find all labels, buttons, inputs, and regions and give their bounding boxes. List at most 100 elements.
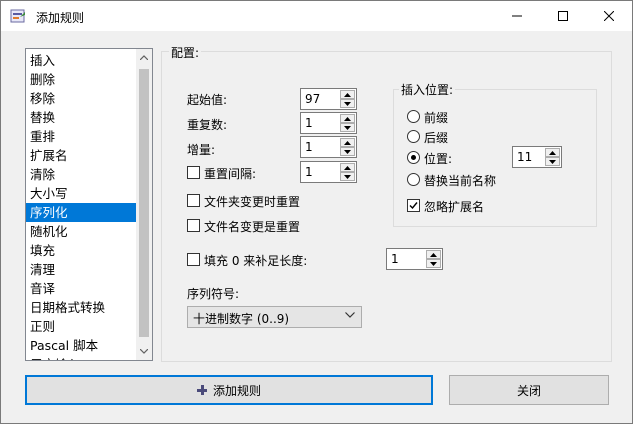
pad-checkbox[interactable] [187,253,200,266]
reset-interval-checkbox[interactable] [187,166,200,179]
triangle-down-icon [344,174,351,179]
start-value-spinner[interactable]: 97 [300,88,357,110]
triangle-up-icon [344,92,351,97]
rule-type-list[interactable]: 插入 删除 移除 替换 重排 扩展名 清除 大小写 序列化 随机化 填充 清理 音译 日期格式转换 正则 Pa… [25,48,153,361]
step-up-button[interactable] [340,138,355,147]
list-scrollbar[interactable] [136,49,152,360]
sequence-symbol-select[interactable]: 十进制数字 (0..9) [187,306,362,328]
repeat-up-button[interactable] [340,114,355,123]
step-down-button[interactable] [340,147,355,156]
scroll-thumb[interactable] [139,69,149,337]
step-field[interactable]: 1 [305,140,313,154]
rule-type-item[interactable]: 大小写 [26,184,136,203]
repeat-spinner[interactable]: 1 [300,112,357,134]
scroll-down-button[interactable] [136,343,152,360]
add-rule-button-label: 添加规则 [212,383,261,398]
rule-type-item[interactable]: 音译 [26,279,136,298]
rule-type-item[interactable]: 替换 [26,108,136,127]
reset-on-folder-change-checkbox[interactable] [187,194,200,207]
close-button[interactable]: 关闭 [449,375,609,405]
repeat-down-button[interactable] [340,123,355,132]
step-spinner[interactable]: 1 [300,136,357,158]
triangle-up-icon [430,252,437,257]
minimize-button[interactable] [494,1,540,31]
close-icon [604,11,614,21]
reset-interval-up-button[interactable] [340,163,355,172]
pad-label: 填充 0 来补足长度: [204,254,308,268]
pad-length-field[interactable]: 1 [391,252,399,266]
reset-on-folder-change-label: 文件夹变更时重置 [204,195,301,209]
position-down-button[interactable] [545,157,560,166]
chevron-up-icon [140,55,148,60]
config-group-label: 配置: [169,44,202,61]
close-window-button[interactable] [586,1,632,31]
reset-on-filename-change-checkbox[interactable] [187,219,200,232]
rule-type-item[interactable]: 清理 [26,260,136,279]
reset-interval-down-button[interactable] [340,172,355,181]
insert-position-label: 插入位置: [399,81,456,98]
repeat-label: 重复数: [187,118,228,132]
suffix-radio[interactable] [407,130,420,143]
rule-type-item[interactable]: 用户输入 [26,355,136,360]
rule-type-items: 插入 删除 移除 替换 重排 扩展名 清除 大小写 序列化 随机化 填充 清理 音译 日期格式转换 正则 Pa… [26,51,136,360]
sequence-symbol-value: 十进制数字 (0..9) [193,312,290,326]
rule-type-item[interactable]: 正则 [26,317,136,336]
rule-type-item[interactable]: 扩展名 [26,146,136,165]
pad-length-spinner[interactable]: 1 [386,248,443,270]
pad-length-down-button[interactable] [426,259,441,268]
position-up-button[interactable] [545,148,560,157]
radio-selected-dot [411,155,416,160]
triangle-down-icon [344,149,351,154]
triangle-down-icon [344,125,351,130]
rule-type-item[interactable]: 清除 [26,165,136,184]
repeat-field[interactable]: 1 [305,116,313,130]
checkmark-icon [409,202,418,210]
add-rule-dialog: 添加规则 插入 删除 移除 替换 重排 扩展名 清除 大小写 序列化 随机化 填充 清理 音译 日期格式转… [0,0,633,424]
prefix-label: 前缀 [424,111,449,125]
rule-type-item[interactable]: 删除 [26,70,136,89]
position-radio[interactable] [407,151,420,164]
reset-interval-spinner[interactable]: 1 [300,161,357,183]
chevron-down-icon [345,312,355,318]
rule-type-item[interactable]: 重排 [26,127,136,146]
replace-name-label: 替换当前名称 [424,174,497,188]
suffix-label: 后缀 [424,131,449,145]
ignore-extension-checkbox[interactable] [407,199,420,212]
app-icon [10,8,26,24]
start-value-down-button[interactable] [340,99,355,108]
maximize-icon [558,11,568,21]
rule-type-item[interactable]: 移除 [26,89,136,108]
replace-name-radio[interactable] [407,173,420,186]
position-spinner[interactable]: 11 [512,146,562,168]
add-rule-button[interactable]: 添加规则 [25,375,433,405]
sequence-symbol-label: 序列符号: [187,287,240,301]
pad-length-up-button[interactable] [426,250,441,259]
rule-type-item[interactable]: 填充 [26,241,136,260]
window-title: 添加规则 [36,11,85,25]
triangle-up-icon [344,140,351,145]
prefix-radio[interactable] [407,110,420,123]
rule-type-item[interactable]: 序列化 [26,203,136,222]
start-value-label: 起始值: [187,93,228,107]
triangle-down-icon [430,261,437,266]
start-value-field[interactable]: 97 [305,92,320,106]
minimize-icon [512,15,522,17]
rule-type-item[interactable]: 日期格式转换 [26,298,136,317]
plus-icon [196,385,207,395]
scroll-up-button[interactable] [136,49,152,66]
rule-type-item[interactable]: Pascal 脚本 [26,336,136,355]
ignore-extension-label: 忽略扩展名 [424,200,485,214]
rule-type-item[interactable]: 随机化 [26,222,136,241]
triangle-down-icon [344,101,351,106]
close-button-label: 关闭 [516,383,541,398]
position-label: 位置: [424,152,453,166]
maximize-button[interactable] [540,1,586,31]
chevron-down-icon [140,349,148,354]
triangle-up-icon [549,150,556,155]
step-label: 增量: [187,143,216,157]
reset-interval-field[interactable]: 1 [305,165,313,179]
start-value-up-button[interactable] [340,90,355,99]
rule-type-item[interactable]: 插入 [26,51,136,70]
title-bar: 添加规则 [1,1,632,31]
position-field[interactable]: 11 [517,150,532,164]
